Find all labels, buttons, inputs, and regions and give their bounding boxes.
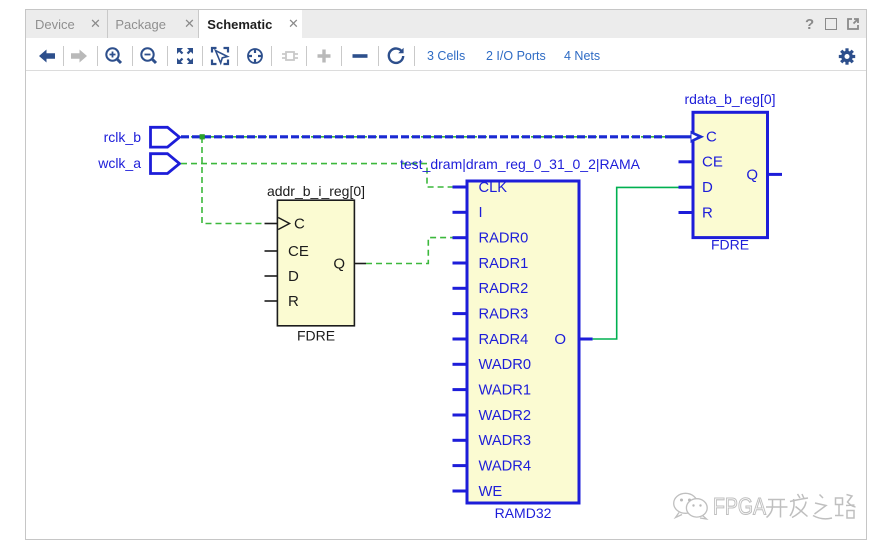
svg-text:RADR2: RADR2: [479, 281, 529, 297]
svg-text:Q: Q: [333, 255, 345, 272]
svg-text:C: C: [706, 128, 717, 145]
svg-text:RADR0: RADR0: [479, 230, 529, 246]
svg-text:WADR4: WADR4: [479, 458, 532, 474]
svg-text:CLK: CLK: [479, 180, 508, 196]
svg-text:WADR3: WADR3: [479, 433, 532, 449]
svg-text:WADR1: WADR1: [479, 382, 532, 398]
svg-text:WADR0: WADR0: [479, 357, 532, 373]
svg-text:C: C: [294, 215, 305, 232]
svg-text:FPGA: FPGA: [713, 494, 766, 521]
svg-text:WE: WE: [479, 484, 503, 500]
svg-text:RAMD32: RAMD32: [495, 505, 552, 521]
svg-text:FDRE: FDRE: [711, 237, 749, 253]
svg-text:R: R: [702, 204, 713, 221]
svg-text:RADR4: RADR4: [479, 332, 529, 348]
svg-text:rdata_b_reg[0]: rdata_b_reg[0]: [684, 91, 775, 107]
svg-text:WADR2: WADR2: [479, 408, 532, 424]
svg-text:RADR3: RADR3: [479, 306, 529, 322]
svg-text:I: I: [479, 205, 483, 221]
svg-text:CE: CE: [702, 154, 723, 171]
svg-text:Q: Q: [746, 166, 758, 183]
svg-text:addr_b_i_reg[0]: addr_b_i_reg[0]: [267, 183, 365, 199]
svg-text:wclk_a: wclk_a: [97, 155, 141, 171]
svg-text:R: R: [288, 293, 299, 310]
svg-text:test_dram|dram_reg_0_31_0_2|RA: test_dram|dram_reg_0_31_0_2|RAMA: [400, 156, 641, 172]
svg-text:D: D: [288, 268, 299, 285]
svg-text:CE: CE: [288, 243, 309, 260]
svg-text:D: D: [702, 179, 713, 196]
svg-text:FDRE: FDRE: [297, 328, 335, 344]
svg-text:rclk_b: rclk_b: [104, 129, 142, 145]
svg-text:RADR1: RADR1: [479, 256, 529, 272]
svg-text:O: O: [554, 331, 566, 348]
